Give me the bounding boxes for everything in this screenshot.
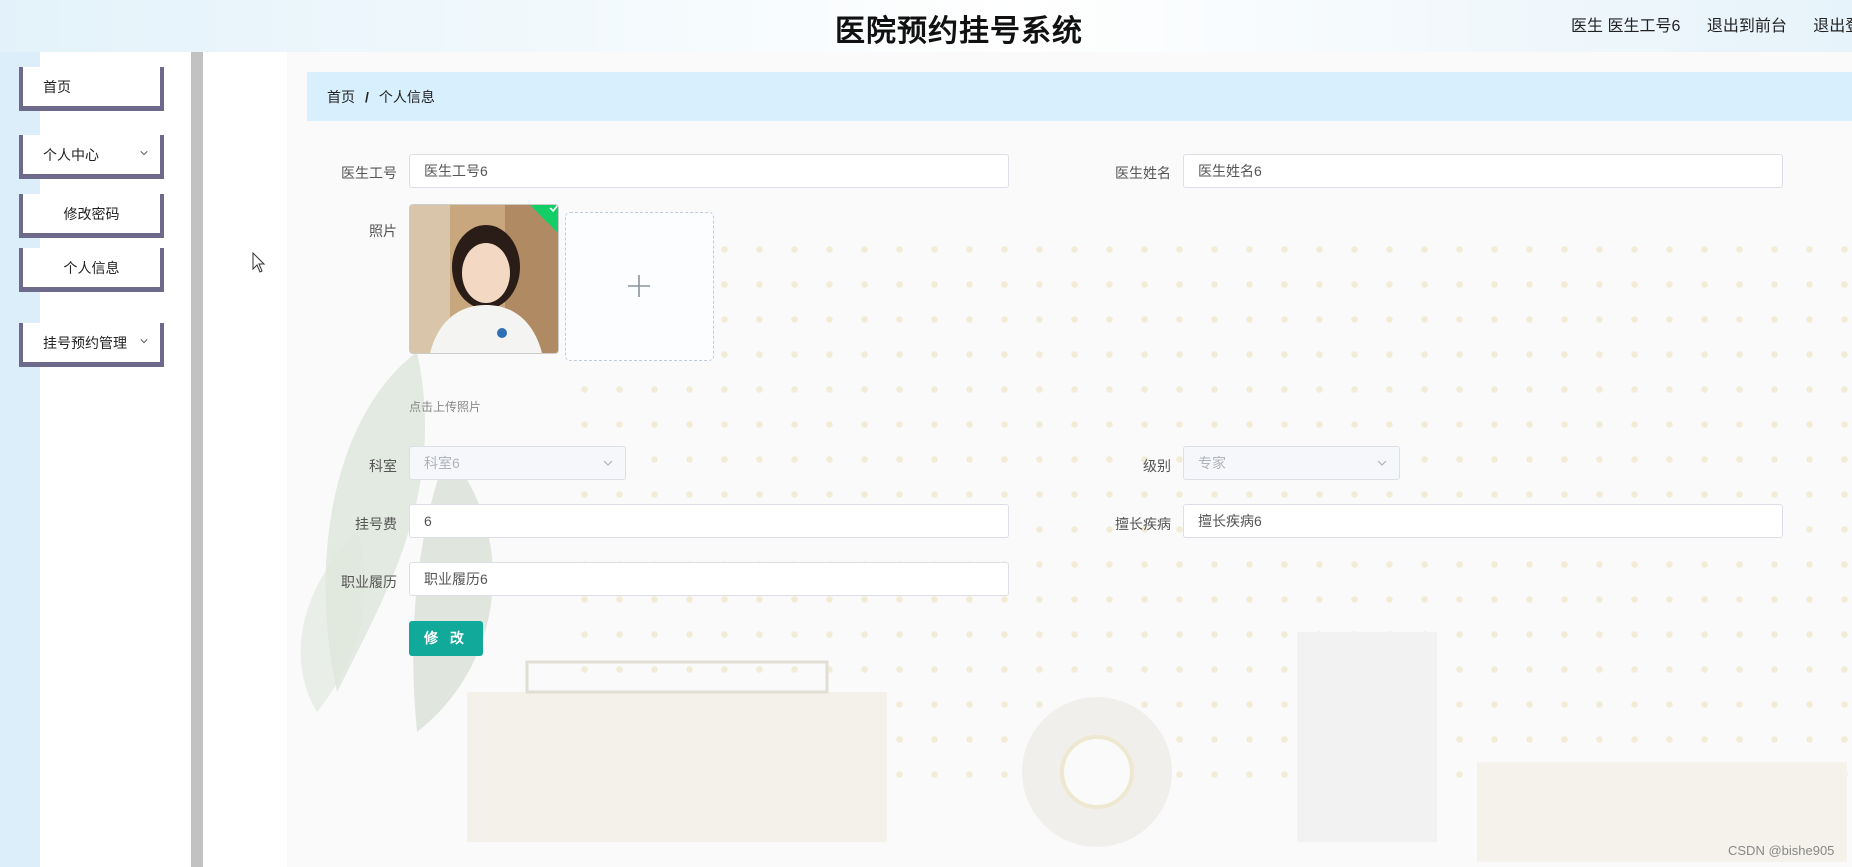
back-to-front-link[interactable]: 退出到前台 (1707, 18, 1787, 35)
chevron-down-icon (603, 460, 613, 466)
level-label: 级别 (1143, 458, 1171, 474)
doctor-photo[interactable] (409, 204, 559, 354)
logout-link[interactable]: 退出登录 (1813, 18, 1852, 35)
chevron-down-icon (1377, 460, 1387, 466)
fee-field[interactable]: 6 (409, 504, 1009, 538)
breadcrumb-home[interactable]: 首页 (307, 87, 355, 107)
doctor-id-label: 医生工号 (341, 165, 397, 181)
watermark: CSDN @bishe905 (1728, 843, 1835, 858)
photo-label: 照片 (369, 223, 397, 239)
doctor-name-label: 医生姓名 (1115, 165, 1171, 181)
resume-label: 职业履历 (341, 574, 397, 590)
level-select[interactable]: 专家 (1183, 446, 1400, 480)
doctor-portrait-image (410, 205, 558, 353)
breadcrumb-current: 个人信息 (378, 88, 435, 105)
sidebar-item-label: 首页 (43, 78, 71, 95)
resume-field[interactable]: 职业履历6 (409, 562, 1009, 596)
submit-button[interactable]: 修 改 (409, 621, 483, 656)
specialty-field[interactable]: 擅长疾病6 (1183, 504, 1783, 538)
photo-upload-button[interactable] (565, 212, 714, 361)
header-user-actions: 医生 医生工号6 退出到前台 退出登录 (1571, 12, 1852, 36)
top-header: 医院预约挂号系统 医生 医生工号6 退出到前台 退出登录 (0, 0, 1852, 52)
department-label: 科室 (369, 458, 397, 474)
department-value: 科室6 (424, 455, 460, 471)
sidebar-item-personal-info[interactable]: 个人信息 (19, 248, 164, 292)
sidebar-item-label: 个人信息 (63, 259, 120, 276)
background-3d-shapes (467, 632, 1847, 862)
upload-hint: 点击上传照片 (409, 400, 482, 414)
sidebar-item-home[interactable]: 首页 (19, 67, 164, 111)
doctor-id-field[interactable]: 医生工号6 (409, 154, 1009, 188)
plus-icon (628, 275, 650, 297)
chevron-down-icon (140, 151, 148, 156)
breadcrumb-separator: / (365, 88, 369, 105)
sidebar-item-change-password[interactable]: 修改密码 (19, 194, 164, 238)
breadcrumb: 首页 / 个人信息 (307, 72, 1852, 121)
sidebar-item-personal-center[interactable]: 个人中心 (19, 135, 164, 179)
mouse-cursor-icon (252, 252, 266, 273)
current-user: 医生 医生工号6 (1571, 18, 1681, 35)
sidebar-item-label: 挂号预约管理 (43, 334, 127, 351)
specialty-label: 擅长疾病 (1115, 516, 1171, 532)
level-value: 专家 (1198, 455, 1226, 471)
fee-label: 挂号费 (355, 516, 397, 532)
department-select[interactable]: 科室6 (409, 446, 626, 480)
doctor-name-field[interactable]: 医生姓名6 (1183, 154, 1783, 188)
chevron-down-icon (140, 339, 148, 344)
sidebar-item-label: 修改密码 (63, 205, 120, 222)
sidebar-divider (191, 52, 203, 867)
sidebar-item-label: 个人中心 (43, 146, 99, 163)
sidebar-item-appointment-management[interactable]: 挂号预约管理 (19, 323, 164, 367)
